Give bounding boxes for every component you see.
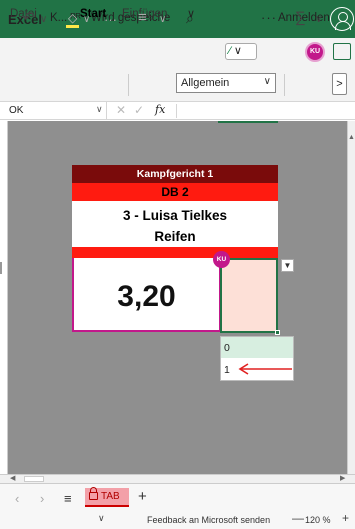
undo-icon[interactable]: ↶ — [22, 8, 35, 28]
fill-handle[interactable] — [275, 330, 280, 335]
zoom-out-button[interactable]: — — [292, 511, 304, 525]
number-format-select[interactable]: Allgemein ∨ — [176, 73, 276, 93]
more-options-icon[interactable]: ··· — [261, 10, 277, 25]
sheet-tab-label: TAB — [101, 491, 120, 502]
dropdown-option[interactable]: 0 — [221, 337, 293, 358]
more-toolbar-button[interactable]: > — [332, 73, 347, 95]
zoom-in-button[interactable]: + — [342, 511, 349, 525]
sheet-tab-bar — [0, 484, 355, 512]
lock-icon — [89, 487, 98, 500]
person-icon[interactable] — [330, 7, 354, 31]
cancel-entry-icon[interactable]: ✕ — [116, 103, 126, 117]
next-sheet-icon[interactable]: › — [40, 491, 44, 506]
red-arrow-annotation — [238, 363, 292, 375]
number-format-value: Allgemein — [181, 77, 230, 89]
sheet-tab-active[interactable]: TAB — [85, 487, 129, 507]
name-box[interactable]: OK — [0, 102, 107, 120]
row-marker — [0, 262, 2, 274]
user-avatar[interactable]: KU — [305, 42, 325, 62]
horizontal-scrollbar[interactable] — [0, 474, 355, 484]
selected-column-indicator — [218, 121, 278, 123]
chevron-down-icon: ∨ — [233, 45, 242, 57]
cell-kampfgericht[interactable]: Kampfgericht 1 — [72, 165, 278, 183]
feedback-link[interactable]: Feedback an Microsoft senden — [147, 515, 270, 525]
formula-input[interactable] — [180, 102, 350, 120]
pen-icon: ∕ — [229, 45, 231, 57]
chevron-down-icon[interactable]: ∨ — [96, 104, 103, 115]
scroll-right-icon[interactable]: ▶ — [340, 474, 345, 482]
fill-color-swatch — [66, 25, 79, 28]
horizontal-scroll-thumb[interactable] — [24, 476, 44, 482]
comment-icon[interactable] — [333, 43, 351, 60]
chevron-down-icon: ∨ — [263, 76, 271, 87]
toolbar-divider — [128, 74, 129, 96]
all-sheets-menu-icon[interactable]: ≡ — [64, 491, 72, 506]
autosum-icon[interactable]: ∑ — [295, 9, 306, 26]
align-chevron-icon[interactable]: ∨ — [159, 14, 166, 25]
score-value: 3,20 — [117, 280, 176, 313]
insert-function-icon[interactable]: fx — [155, 103, 165, 116]
formula-divider — [176, 104, 177, 118]
toolbar-divider — [284, 74, 285, 96]
autosum-chevron-icon[interactable]: ∨ — [315, 14, 322, 25]
add-sheet-button[interactable]: + — [138, 488, 147, 505]
active-input-cell[interactable] — [220, 258, 278, 333]
align-icon[interactable]: ≡ — [138, 9, 147, 26]
ribbon-tabs — [0, 38, 355, 66]
accept-entry-icon[interactable]: ✓ — [134, 103, 144, 117]
cell-apparatus[interactable]: Reifen — [72, 230, 278, 247]
fill-color-icon[interactable]: ◇ — [68, 11, 77, 25]
cell-db[interactable]: DB 2 — [72, 183, 278, 201]
dropdown-arrow-icon[interactable]: ▼ — [281, 259, 294, 272]
more-commands-icon[interactable]: ··· — [104, 12, 117, 27]
fill-chevron-icon[interactable]: ∨ — [83, 14, 90, 25]
cell-red-band[interactable] — [72, 247, 278, 258]
row-header-gutter — [0, 121, 8, 474]
zoom-level[interactable]: 120 % — [305, 515, 331, 525]
vertical-scrollbar[interactable] — [347, 121, 355, 474]
scroll-left-icon[interactable]: ◀ — [10, 474, 15, 482]
cell-athlete[interactable]: 3 - Luisa Tielkes — [72, 201, 278, 231]
status-chevron-icon[interactable]: ∨ — [98, 513, 105, 524]
collaborator-badge: KU — [213, 251, 230, 268]
undo-chevron-icon[interactable]: ∨ — [40, 14, 47, 25]
previous-sheet-icon[interactable]: ‹ — [15, 491, 19, 506]
more-tabs-chevron-icon[interactable]: ∨ — [187, 7, 195, 20]
scroll-up-icon[interactable]: ▲ — [348, 134, 355, 142]
draw-pen-button[interactable]: ∕ ∨ — [225, 43, 257, 60]
